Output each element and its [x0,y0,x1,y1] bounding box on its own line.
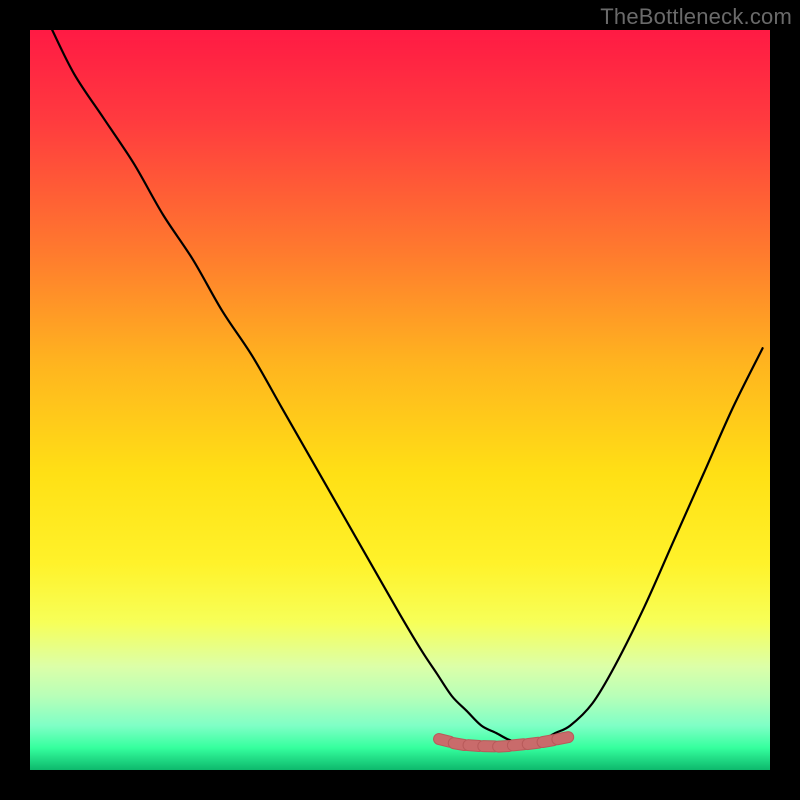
bottleneck-chart [30,30,770,770]
chart-background [30,30,770,770]
chart-frame: TheBottleneck.com [0,0,800,800]
chart-svg [30,30,770,770]
watermark-text: TheBottleneck.com [600,4,792,30]
